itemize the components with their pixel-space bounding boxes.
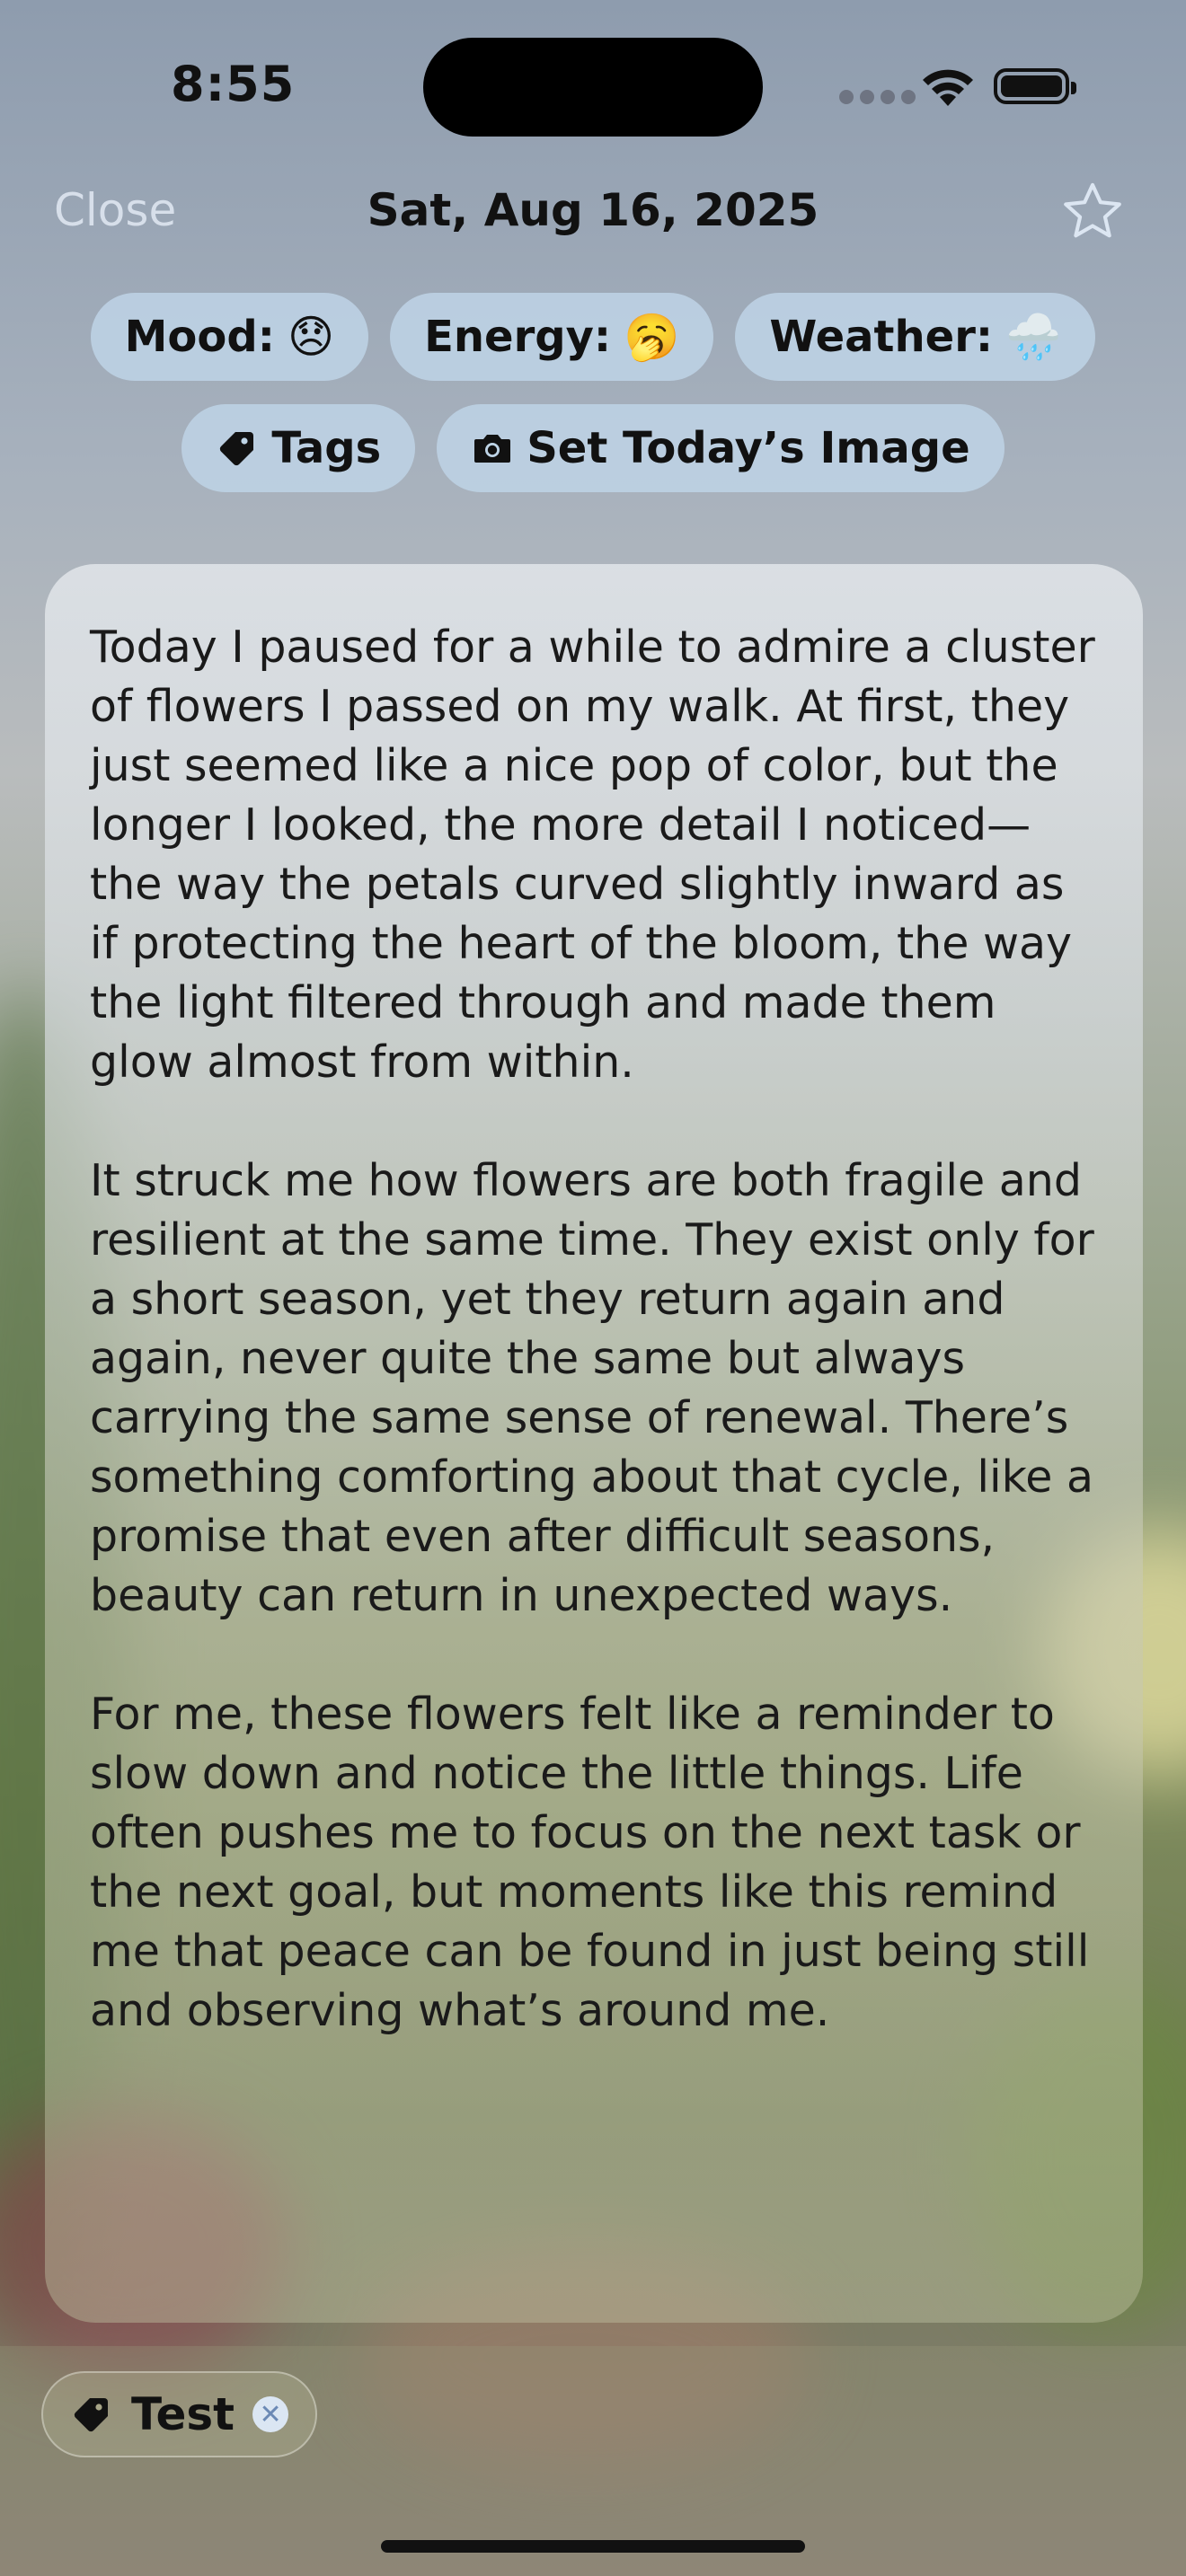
tags-button[interactable]: Tags bbox=[181, 404, 416, 492]
battery-icon bbox=[994, 68, 1076, 104]
cellular-signal-icon bbox=[839, 90, 916, 104]
dynamic-island bbox=[423, 38, 763, 137]
set-image-button[interactable]: Set Today’s Image bbox=[437, 404, 1005, 492]
status-time: 8:55 bbox=[171, 56, 296, 112]
entry-paragraph: It struck me how flowers are both fragil… bbox=[90, 1155, 1094, 1621]
energy-chip[interactable]: Energy: 🥱 bbox=[390, 293, 714, 381]
tag-icon bbox=[220, 432, 254, 466]
status-bar: 8:55 bbox=[0, 0, 1186, 180]
journal-entry-editor[interactable]: Today I paused for a while to admire a c… bbox=[45, 564, 1143, 2323]
page-title: Sat, Aug 16, 2025 bbox=[367, 184, 819, 236]
tag-chip-test[interactable]: Test ✕ bbox=[41, 2371, 318, 2457]
weather-chip[interactable]: Weather: 🌧️ bbox=[735, 293, 1096, 381]
wifi-icon bbox=[923, 69, 973, 106]
weather-label: Weather: bbox=[769, 312, 994, 362]
mood-emoji: 😞 bbox=[287, 311, 335, 363]
home-indicator[interactable] bbox=[381, 2540, 805, 2553]
entry-paragraph: For me, these flowers felt like a remind… bbox=[90, 1689, 1090, 2036]
energy-label: Energy: bbox=[424, 312, 612, 362]
status-chips-row: Mood: 😞 Energy: 🥱 Weather: 🌧️ bbox=[0, 293, 1186, 381]
remove-tag-icon[interactable]: ✕ bbox=[252, 2396, 289, 2432]
energy-emoji: 🥱 bbox=[624, 310, 680, 363]
weather-emoji: 🌧️ bbox=[1005, 310, 1062, 363]
action-chips-row: Tags Set Today’s Image bbox=[0, 404, 1186, 492]
set-image-label: Set Today’s Image bbox=[527, 423, 970, 473]
tags-label: Tags bbox=[271, 423, 382, 473]
mood-chip[interactable]: Mood: 😞 bbox=[90, 293, 369, 381]
mood-label: Mood: bbox=[124, 312, 275, 362]
tag-label: Test bbox=[131, 2388, 235, 2440]
camera-icon bbox=[474, 435, 511, 463]
star-icon[interactable] bbox=[1058, 178, 1127, 246]
tag-icon bbox=[74, 2398, 108, 2432]
entry-paragraph: Today I paused for a while to admire a c… bbox=[90, 622, 1095, 1088]
